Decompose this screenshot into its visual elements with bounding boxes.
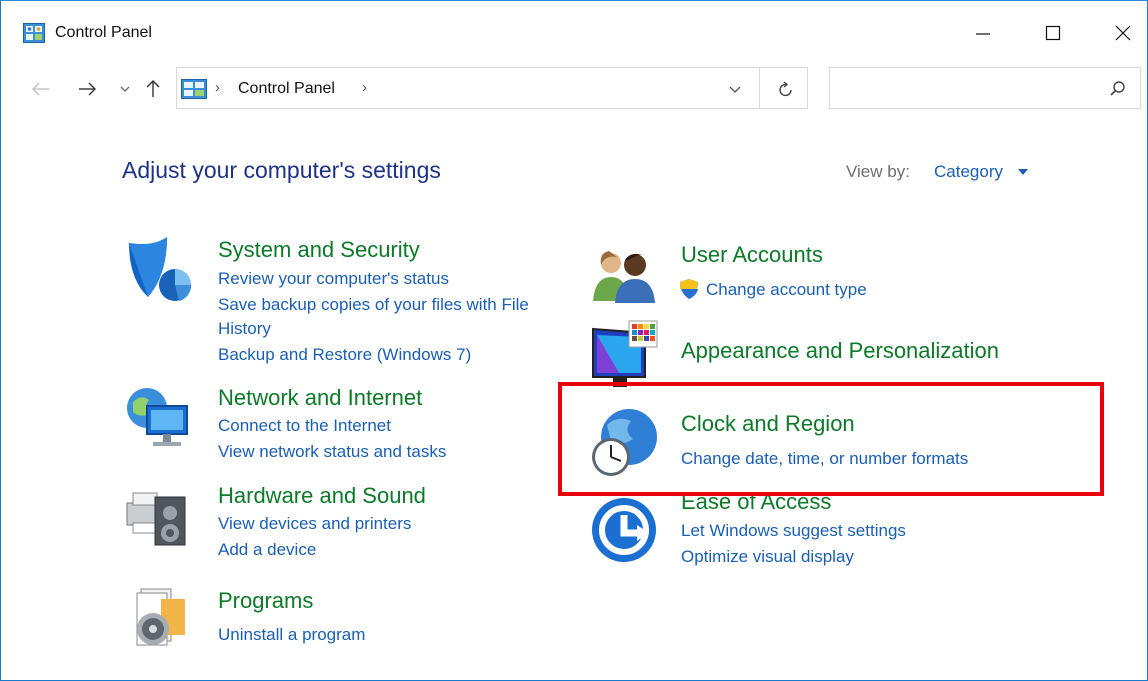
navigation-bar: › Control Panel › <box>1 67 1147 111</box>
breadcrumb-separator[interactable]: › <box>215 79 220 96</box>
caret-down-icon[interactable] <box>1018 169 1028 175</box>
maximize-icon <box>1045 25 1061 41</box>
link-file-history[interactable]: History <box>218 317 271 341</box>
link-optimize-visual-display[interactable]: Optimize visual display <box>681 545 854 569</box>
arrow-right-icon <box>79 82 96 96</box>
back-button[interactable] <box>29 77 53 101</box>
minimize-button[interactable] <box>961 15 1005 51</box>
clock-globe-icon[interactable] <box>587 407 657 477</box>
forward-button[interactable] <box>75 77 99 101</box>
chevron-down-icon <box>729 86 741 93</box>
close-button[interactable] <box>1101 15 1145 51</box>
recent-locations-button[interactable] <box>113 77 137 101</box>
link-connect-internet[interactable]: Connect to the Internet <box>218 414 391 438</box>
refresh-icon <box>779 81 792 97</box>
arrow-up-icon <box>146 80 160 97</box>
ease-of-access-icon[interactable] <box>589 495 659 565</box>
uac-shield-icon <box>679 278 699 300</box>
link-save-backup[interactable]: Save backup copies of your files with Fi… <box>218 293 529 317</box>
minimize-icon <box>976 33 990 35</box>
maximize-button[interactable] <box>1031 15 1075 51</box>
title-bar: Control Panel <box>1 1 1147 61</box>
link-network-status[interactable]: View network status and tasks <box>218 440 446 464</box>
category-hardware-and-sound[interactable]: Hardware and Sound <box>218 483 426 509</box>
programs-disc-icon[interactable] <box>123 583 193 653</box>
category-user-accounts[interactable]: User Accounts <box>681 242 823 268</box>
refresh-button[interactable] <box>775 79 797 101</box>
category-system-and-security[interactable]: System and Security <box>218 237 420 263</box>
search-icon <box>1108 79 1128 99</box>
category-appearance-and-personalization[interactable]: Appearance and Personalization <box>681 338 999 364</box>
link-uninstall-program[interactable]: Uninstall a program <box>218 623 365 647</box>
category-network-and-internet[interactable]: Network and Internet <box>218 385 422 411</box>
link-devices-printers[interactable]: View devices and printers <box>218 512 411 536</box>
address-bar[interactable]: › Control Panel › <box>176 67 808 109</box>
link-review-status[interactable]: Review your computer's status <box>218 267 449 291</box>
close-icon <box>1115 25 1131 41</box>
printer-speaker-icon[interactable] <box>123 483 193 553</box>
control-panel-icon <box>23 23 45 43</box>
shield-icon[interactable] <box>123 235 193 305</box>
address-dropdown-button[interactable] <box>725 80 745 100</box>
control-panel-window: Control Panel › Control Panel › Adjust y… <box>0 0 1148 681</box>
page-title: Adjust your computer's settings <box>122 157 441 183</box>
view-by-label: View by: <box>846 162 910 181</box>
link-add-device[interactable]: Add a device <box>218 538 316 562</box>
window-title: Control Panel <box>55 24 152 41</box>
control-panel-icon <box>181 79 207 99</box>
breadcrumb-separator[interactable]: › <box>362 79 367 96</box>
link-change-date-time-formats[interactable]: Change date, time, or number formats <box>681 447 968 471</box>
chevron-down-icon <box>120 86 130 92</box>
network-globe-icon[interactable] <box>123 384 193 454</box>
divider <box>759 68 760 108</box>
link-change-account-type[interactable]: Change account type <box>706 278 867 302</box>
monitor-palette-icon[interactable] <box>589 319 659 389</box>
link-windows-suggest-settings[interactable]: Let Windows suggest settings <box>681 519 906 543</box>
breadcrumb-control-panel[interactable]: Control Panel <box>238 80 335 98</box>
category-ease-of-access[interactable]: Ease of Access <box>681 489 831 515</box>
up-button[interactable] <box>141 77 165 101</box>
view-by-dropdown[interactable]: Category <box>934 162 1003 182</box>
search-input[interactable] <box>829 67 1141 109</box>
category-clock-and-region[interactable]: Clock and Region <box>681 411 855 437</box>
category-programs[interactable]: Programs <box>218 588 313 614</box>
link-backup-restore[interactable]: Backup and Restore (Windows 7) <box>218 343 471 367</box>
arrow-left-icon <box>32 82 49 96</box>
users-icon[interactable] <box>589 241 659 311</box>
